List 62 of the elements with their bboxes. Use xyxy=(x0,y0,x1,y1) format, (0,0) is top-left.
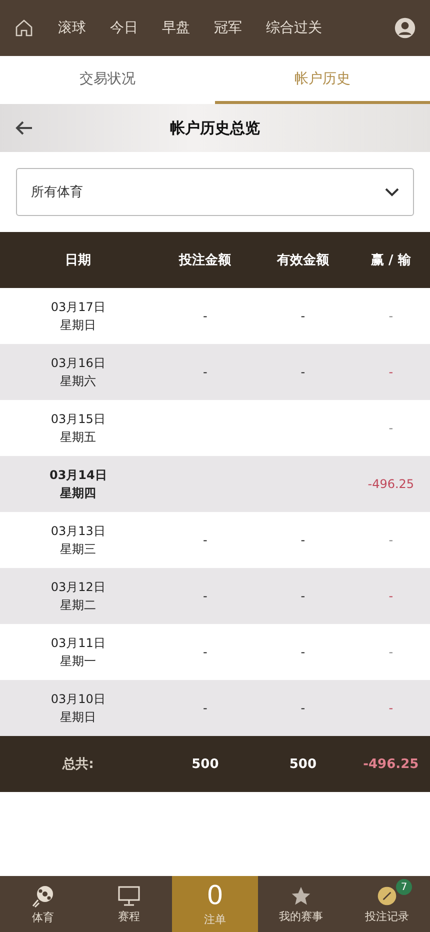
table-cell: - xyxy=(203,645,208,659)
bottom-nav-item[interactable]: 0 注单 xyxy=(172,876,258,932)
nav-link[interactable]: 今日 xyxy=(110,19,138,37)
result-cell: - xyxy=(388,589,394,603)
result-cell: - xyxy=(388,309,394,323)
nav-label: 我的赛事 xyxy=(279,908,323,924)
chevron-down-icon xyxy=(385,187,399,197)
table-cell: - xyxy=(203,533,208,547)
date-cell-text: 03月14日 星期四 xyxy=(49,467,107,502)
nav-label: 注单 xyxy=(204,912,226,926)
nav-label: 投注记录 xyxy=(365,908,409,924)
bottom-nav-item[interactable]: 体育 xyxy=(0,876,86,932)
page-title: 帐户历史总览 xyxy=(169,118,261,138)
table-cell: - xyxy=(300,309,306,323)
count-badge: 7 xyxy=(396,879,412,895)
date-cell-text: 03月17日 星期日 xyxy=(50,299,106,334)
soccer-ball-icon xyxy=(31,884,55,908)
result-cell: - xyxy=(388,533,394,547)
result-cell: - xyxy=(388,421,394,435)
nav-link[interactable]: 早盘 xyxy=(162,19,190,37)
table-cell: - xyxy=(300,365,306,379)
date-cell-text: 03月13日 星期三 xyxy=(50,523,106,558)
nav-label: 赛程 xyxy=(118,908,140,924)
date-cell-text: 03月15日 星期五 xyxy=(50,411,106,446)
date-cell-text: 03月10日 星期日 xyxy=(50,691,106,726)
home-icon[interactable] xyxy=(14,18,34,38)
date-cell-text: 03月11日 星期一 xyxy=(50,635,106,670)
column-header: 日期 xyxy=(64,252,92,269)
result-cell: - xyxy=(388,701,394,715)
total-label: 总共: xyxy=(62,756,94,773)
date-cell-text: 03月16日 星期六 xyxy=(50,355,106,390)
total-cell: -496.25 xyxy=(363,756,419,772)
sport-select[interactable]: 所有体育 xyxy=(16,168,414,216)
nav-label: 体育 xyxy=(32,910,54,924)
result-cell: - xyxy=(388,645,394,659)
result-cell: -496.25 xyxy=(368,477,414,491)
column-header: 投注金额 xyxy=(178,252,232,269)
star-icon xyxy=(290,884,312,906)
result-cell: - xyxy=(388,365,394,379)
table-cell: - xyxy=(300,701,306,715)
table-cell: - xyxy=(300,645,306,659)
total-cell: 500 xyxy=(289,756,317,772)
bet-count: 0 xyxy=(206,882,224,910)
nav-link[interactable]: 滚球 xyxy=(58,19,86,37)
bottom-nav-item[interactable]: 我的赛事 xyxy=(258,876,344,932)
table-cell: - xyxy=(203,309,208,323)
nav-link[interactable]: 冠军 xyxy=(214,19,242,37)
bottom-nav-item[interactable]: 赛程 xyxy=(86,876,172,932)
back-arrow-icon[interactable] xyxy=(14,120,34,136)
column-header: 有效金额 xyxy=(276,252,330,269)
user-avatar-icon[interactable] xyxy=(394,17,416,39)
bottom-nav-item[interactable]: 投注记录 7 xyxy=(344,876,430,932)
nav-link[interactable]: 综合过关 xyxy=(266,19,322,37)
table-cell: - xyxy=(203,365,208,379)
table-cell: - xyxy=(300,533,306,547)
table-cell: - xyxy=(203,701,208,715)
column-header: 赢 / 输 xyxy=(370,252,412,269)
table-cell: - xyxy=(300,589,306,603)
monitor-icon xyxy=(117,884,141,906)
table-cell: - xyxy=(203,589,208,603)
total-cell: 500 xyxy=(192,756,219,772)
date-cell-text: 03月12日 星期二 xyxy=(50,579,106,614)
